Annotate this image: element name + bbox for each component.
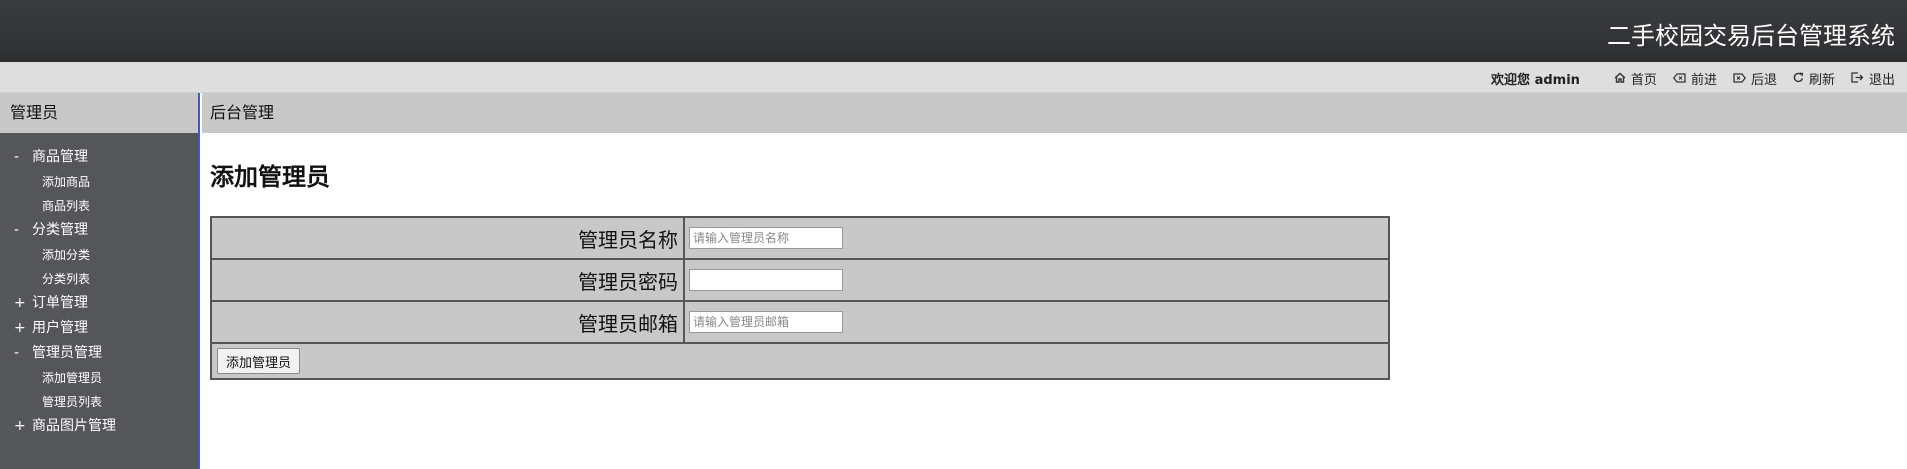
form-row-email: 管理员邮箱 (210, 300, 1390, 344)
logout-icon (1851, 71, 1864, 86)
add-admin-button[interactable]: 添加管理员 (217, 348, 301, 374)
form-row-name: 管理员名称 (210, 216, 1390, 260)
logout-link-label: 退出 (1868, 73, 1895, 88)
admin-name-label: 管理员名称 (210, 216, 685, 260)
back-icon (1733, 72, 1746, 86)
refresh-link[interactable]: 刷新 (1793, 69, 1835, 88)
sidebar-group-category[interactable]: - 分类管理 (0, 218, 198, 243)
sidebar-item-add-goods[interactable]: 添加商品 (0, 170, 198, 194)
page-title: 添加管理员 (210, 163, 330, 191)
sidebar: 管理员 - 商品管理 添加商品 商品列表 - 分类管理 添加分类 分类列表 + … (0, 93, 200, 469)
top-toolbar: 欢迎您 admin 首页 前进 后退 刷新 退出 (0, 62, 1907, 93)
add-admin-form: 管理员名称 管理员密码 管理员邮箱 添加管理员 (210, 216, 1390, 380)
sidebar-item-goods-list[interactable]: 商品列表 (0, 194, 198, 218)
form-row-submit: 添加管理员 (210, 342, 1390, 380)
sidebar-group-label: 商品图片管理 (32, 418, 116, 434)
sidebar-group-admins[interactable]: - 管理员管理 (0, 341, 198, 366)
admin-email-label: 管理员邮箱 (210, 300, 685, 344)
forward-link-label: 前进 (1690, 73, 1717, 88)
back-link-label: 后退 (1750, 73, 1777, 88)
sidebar-group-orders[interactable]: + 订单管理 (0, 291, 198, 316)
sidebar-group-goods-images[interactable]: + 商品图片管理 (0, 414, 198, 439)
refresh-icon (1793, 72, 1804, 86)
sidebar-group-goods[interactable]: - 商品管理 (0, 145, 198, 170)
expand-toggle: + (14, 320, 26, 336)
sidebar-group-label: 用户管理 (32, 320, 88, 336)
main-content: 后台管理 添加管理员 管理员名称 管理员密码 管理员邮箱 添加管理员 (202, 93, 1907, 469)
admin-password-input[interactable] (689, 269, 843, 291)
collapse-toggle: - (14, 149, 20, 165)
back-link[interactable]: 后退 (1733, 69, 1777, 88)
sidebar-item-add-admin[interactable]: 添加管理员 (0, 366, 198, 390)
forward-icon (1672, 72, 1686, 86)
refresh-link-label: 刷新 (1808, 73, 1835, 88)
admin-password-label: 管理员密码 (210, 258, 685, 302)
home-link-label: 首页 (1630, 73, 1657, 88)
sidebar-group-label: 分类管理 (32, 222, 88, 238)
logout-link[interactable]: 退出 (1851, 69, 1895, 88)
admin-name-input[interactable] (689, 227, 843, 249)
home-icon (1614, 72, 1626, 86)
sidebar-group-label: 商品管理 (32, 149, 88, 165)
collapse-toggle: - (14, 222, 20, 238)
app-title: 二手校园交易后台管理系统 (1607, 22, 1895, 50)
admin-email-input[interactable] (689, 311, 843, 333)
sidebar-group-label: 订单管理 (32, 295, 88, 311)
sidebar-heading: 管理员 (0, 93, 198, 133)
app-header: 二手校园交易后台管理系统 (0, 0, 1907, 62)
forward-link[interactable]: 前进 (1672, 69, 1717, 88)
collapse-toggle: - (14, 345, 20, 361)
breadcrumb: 后台管理 (202, 93, 1907, 133)
sidebar-item-category-list[interactable]: 分类列表 (0, 267, 198, 291)
expand-toggle: + (14, 295, 26, 311)
home-link[interactable]: 首页 (1614, 69, 1657, 88)
sidebar-group-users[interactable]: + 用户管理 (0, 316, 198, 341)
welcome-text: 欢迎您 admin (1491, 73, 1580, 88)
sidebar-item-add-category[interactable]: 添加分类 (0, 243, 198, 267)
expand-toggle: + (14, 418, 26, 434)
sidebar-menu: - 商品管理 添加商品 商品列表 - 分类管理 添加分类 分类列表 + 订单管理… (0, 133, 198, 439)
sidebar-item-admin-list[interactable]: 管理员列表 (0, 390, 198, 414)
sidebar-group-label: 管理员管理 (32, 345, 102, 361)
form-row-password: 管理员密码 (210, 258, 1390, 302)
